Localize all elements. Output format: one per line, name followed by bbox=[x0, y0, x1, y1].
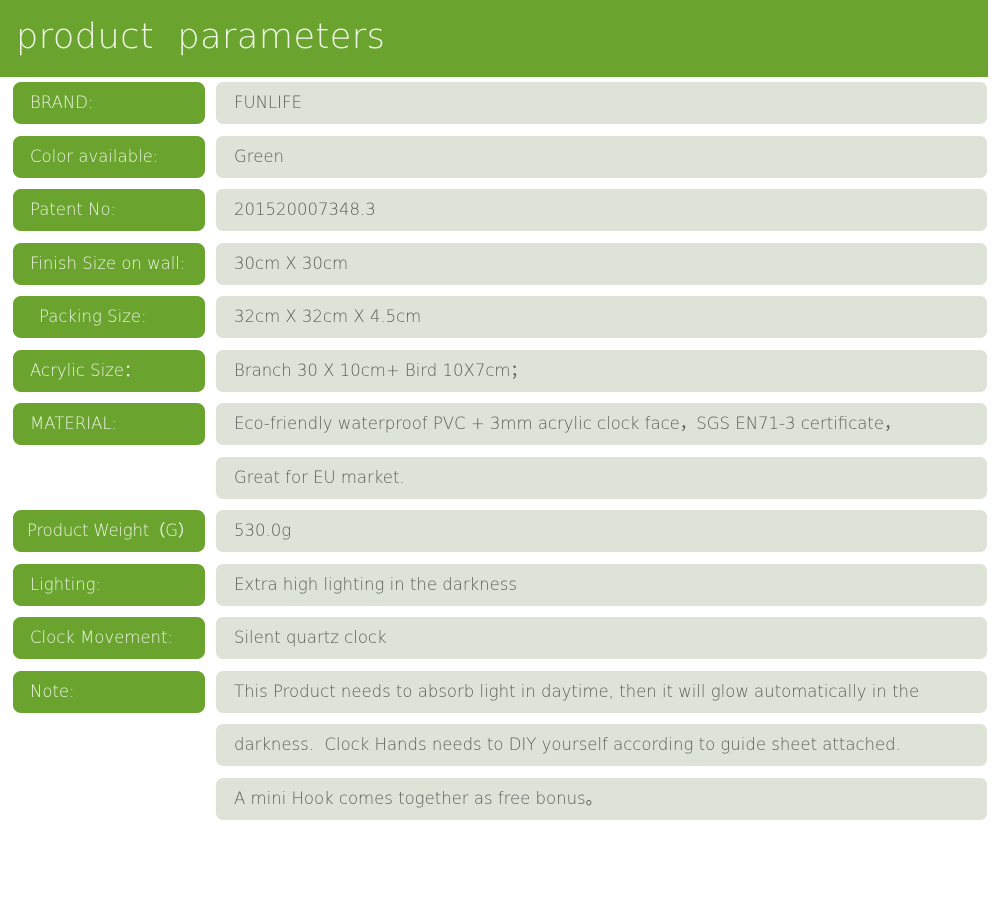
parameter-label: BRAND: bbox=[30, 93, 94, 112]
parameter-value-pill: 530.0g bbox=[216, 510, 987, 552]
parameter-label: Color available: bbox=[30, 146, 159, 166]
parameter-label: Lighting: bbox=[30, 574, 102, 594]
parameter-row: A mini Hook comes together as free bonus… bbox=[0, 773, 1000, 827]
parameter-row: Packing Size: 32cm X 32cm X 4.5cm bbox=[0, 291, 1000, 345]
parameter-value-pill: 32cm X 32cm X 4.5cm bbox=[216, 296, 987, 338]
parameter-label-pill: Finish Size on wall: bbox=[13, 242, 205, 285]
product-parameters-page: product parameters BRAND: FUNLIFE Color av… bbox=[0, 0, 1000, 907]
parameter-label-pill: Product Weight（G） bbox=[13, 510, 205, 552]
parameter-label-pill: BRAND: bbox=[13, 82, 205, 124]
parameter-label: Clock Movement: bbox=[30, 628, 174, 647]
parameter-value-pill: 201520007348.3 bbox=[216, 189, 987, 231]
parameter-value: Eco-friendly waterproof PVC + 3mm acryli… bbox=[234, 414, 901, 433]
parameter-value-pill: darkness. Clock Hands needs to DIY yours… bbox=[216, 724, 987, 766]
parameter-row: Clock Movement: Silent quartz clock bbox=[0, 612, 1000, 666]
parameter-row: Note: This Product needs to absorb light … bbox=[0, 666, 1000, 720]
parameter-value-pill: Green bbox=[216, 135, 987, 178]
parameter-row: BRAND: FUNLIFE bbox=[0, 77, 1000, 131]
parameter-value: FUNLIFE bbox=[234, 93, 302, 112]
parameter-value: 32cm X 32cm X 4.5cm bbox=[234, 307, 422, 326]
parameter-row: Finish Size on wall: 30cm X 30cm bbox=[0, 238, 1000, 292]
parameter-value: Silent quartz clock bbox=[234, 628, 387, 647]
parameter-row: Color available: Green bbox=[0, 131, 1000, 185]
parameter-label-pill: Acrylic Size： bbox=[13, 349, 205, 392]
parameter-row: MATERIAL: Eco-friendly waterproof PVC + 3… bbox=[0, 398, 1000, 452]
parameter-value: Great for EU market. bbox=[234, 467, 405, 487]
parameter-label-pill: Clock Movement: bbox=[13, 617, 205, 659]
parameter-label: Acrylic Size： bbox=[30, 360, 141, 380]
parameter-value-pill: This Product needs to absorb light in da… bbox=[216, 670, 987, 713]
parameter-row: Acrylic Size： Branch 30 X 10cm+ Bird 10X7… bbox=[0, 345, 1000, 399]
parameter-value: Branch 30 X 10cm+ Bird 10X7cm； bbox=[234, 360, 527, 380]
parameter-label: Product Weight（G） bbox=[27, 521, 195, 540]
parameter-label-pill: Packing Size: bbox=[13, 296, 205, 338]
parameter-value-pill: Great for EU market. bbox=[216, 456, 987, 499]
parameter-row: darkness. Clock Hands needs to DIY yours… bbox=[0, 719, 1000, 773]
parameter-value-pill: Branch 30 X 10cm+ Bird 10X7cm； bbox=[216, 349, 987, 392]
parameter-value: 201520007348.3 bbox=[234, 200, 376, 219]
parameter-value: 530.0g bbox=[234, 521, 292, 540]
parameter-value-pill: Silent quartz clock bbox=[216, 617, 987, 659]
parameter-value-pill: FUNLIFE bbox=[216, 82, 987, 124]
parameter-row: Product Weight（G） 530.0g bbox=[0, 505, 1000, 559]
parameter-label-pill: Lighting: bbox=[13, 563, 205, 606]
parameters-table: BRAND: FUNLIFE Color available: Green Patent… bbox=[0, 77, 1000, 826]
parameter-row: Lighting: Extra high lighting in the dark… bbox=[0, 559, 1000, 613]
parameter-row: Great for EU market. bbox=[0, 452, 1000, 506]
parameter-value-pill: Extra high lighting in the darkness bbox=[216, 563, 987, 606]
parameter-value: A mini Hook comes together as free bonus… bbox=[234, 788, 603, 808]
parameter-value: Extra high lighting in the darkness bbox=[234, 574, 517, 594]
parameter-label: MATERIAL: bbox=[30, 414, 118, 433]
parameter-value: darkness. Clock Hands needs to DIY yours… bbox=[234, 735, 901, 754]
parameter-value-pill: A mini Hook comes together as free bonus… bbox=[216, 777, 987, 820]
parameter-label-pill: Color available: bbox=[13, 135, 205, 178]
parameter-value-pill: 30cm X 30cm bbox=[216, 242, 987, 285]
page-header-banner: product parameters bbox=[0, 0, 988, 77]
page-title: product parameters bbox=[16, 17, 386, 57]
parameter-label-pill: Note: bbox=[13, 670, 205, 713]
parameter-label: Note: bbox=[30, 681, 75, 701]
parameter-label-pill: MATERIAL: bbox=[13, 403, 205, 445]
parameter-label: Finish Size on wall: bbox=[30, 253, 186, 273]
parameter-value: This Product needs to absorb light in da… bbox=[234, 681, 920, 701]
parameter-value-pill: Eco-friendly waterproof PVC + 3mm acryli… bbox=[216, 403, 987, 445]
parameter-label: Patent No: bbox=[30, 200, 117, 219]
parameter-value: 30cm X 30cm bbox=[234, 253, 349, 273]
parameter-label-pill: Patent No: bbox=[13, 189, 205, 231]
parameter-label: Packing Size: bbox=[39, 307, 147, 326]
parameter-value: Green bbox=[234, 146, 284, 166]
parameter-row: Patent No: 201520007348.3 bbox=[0, 184, 1000, 238]
